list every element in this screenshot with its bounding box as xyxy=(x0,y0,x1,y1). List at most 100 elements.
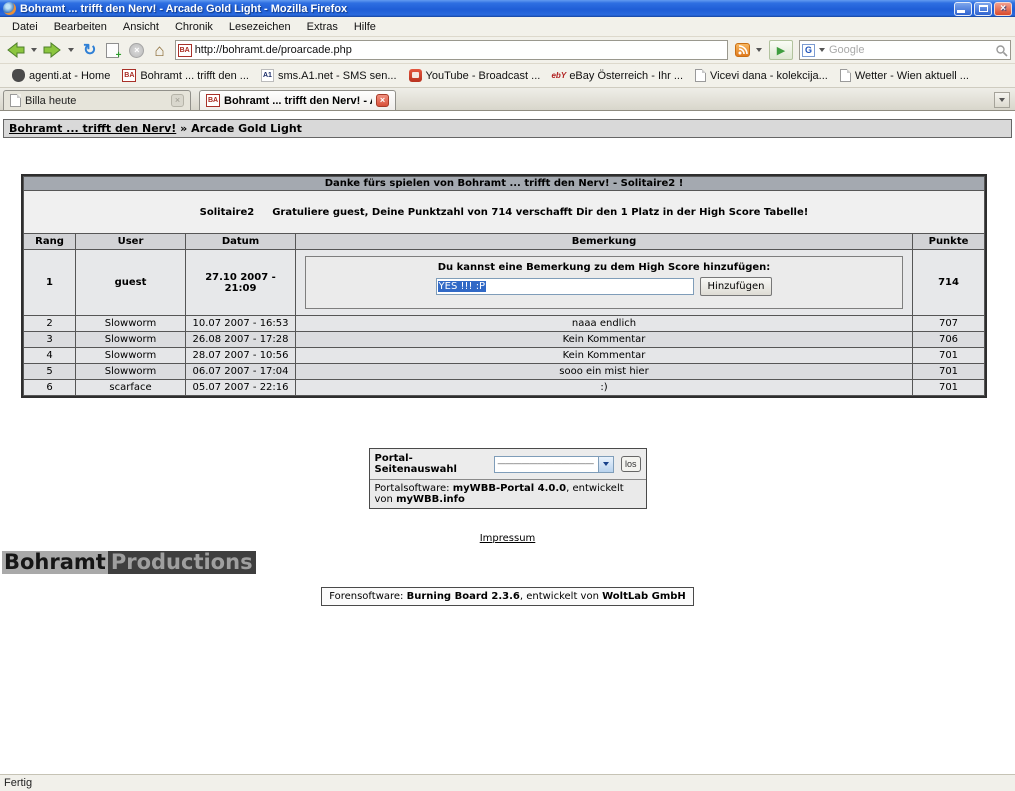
tab-close-button[interactable]: × xyxy=(376,94,389,107)
user-cell: Slowworm xyxy=(76,332,186,348)
congrats-text: Gratuliere guest, Deine Punktzahl von 71… xyxy=(272,207,808,218)
col-punkte: Punkte xyxy=(913,234,985,250)
points-cell: 701 xyxy=(913,364,985,380)
back-button[interactable] xyxy=(4,38,27,62)
reload-button[interactable]: ↻ xyxy=(78,38,101,62)
close-button[interactable]: × xyxy=(994,2,1012,16)
site-favicon: BA xyxy=(178,44,192,57)
bookmark-youtube[interactable]: YouTube - Broadcast ... xyxy=(403,67,547,84)
bookmark-wetter[interactable]: Wetter - Wien aktuell ... xyxy=(834,67,975,84)
tab-label: Bohramt ... trifft den Nerv! - Arca... xyxy=(224,95,372,107)
rss-dropdown-button[interactable] xyxy=(752,38,766,62)
menu-bearbeiten[interactable]: Bearbeiten xyxy=(46,19,115,35)
bohramt-icon: BA xyxy=(206,94,220,107)
congrats-row: Solitaire2 Gratuliere guest, Deine Punkt… xyxy=(27,207,981,218)
minimize-icon xyxy=(957,10,965,13)
bookmark-label: YouTube - Broadcast ... xyxy=(426,70,541,82)
stop-icon: × xyxy=(129,43,144,58)
restore-button[interactable] xyxy=(974,2,992,16)
menu-chronik[interactable]: Chronik xyxy=(167,19,221,35)
bookmark-label: Wetter - Wien aktuell ... xyxy=(855,70,969,82)
bookmark-vicevi[interactable]: Vicevi dana - kolekcija... xyxy=(689,67,834,84)
page-icon xyxy=(840,69,851,82)
comment-prompt: Du kannst eine Bemerkung zu dem High Sco… xyxy=(306,262,902,273)
forward-icon xyxy=(43,42,62,58)
tab-bohramt-arcade[interactable]: BA Bohramt ... trifft den Nerv! - Arca..… xyxy=(199,90,396,110)
reload-icon: ↻ xyxy=(80,40,99,60)
forward-dropdown-button[interactable] xyxy=(64,38,78,62)
comment-input[interactable]: YES !!! :P xyxy=(436,278,694,295)
rank-cell: 2 xyxy=(24,316,76,332)
portal-software-prefix: Portalsoftware: xyxy=(375,483,453,494)
footer-vendor: WoltLab GmbH xyxy=(602,591,686,602)
search-engine-dropdown[interactable] xyxy=(819,48,825,52)
home-button[interactable]: ⌂ xyxy=(149,38,169,62)
bohramt-productions-logo: BohramtProductions xyxy=(2,551,256,574)
highscore-title: Danke fürs spielen von Bohramt ... triff… xyxy=(24,177,985,191)
bookmark-label: sms.A1.net - SMS sen... xyxy=(278,70,397,82)
portal-go-button[interactable]: los xyxy=(621,456,641,472)
bookmark-label: Bohramt ... trifft den ... xyxy=(140,70,249,82)
search-icon[interactable] xyxy=(995,44,1008,57)
breadcrumb-home-link[interactable]: Bohramt ... trifft den Nerv! xyxy=(9,122,176,135)
search-input[interactable] xyxy=(829,44,993,56)
forward-button[interactable] xyxy=(41,38,64,62)
url-bar: BA xyxy=(175,40,728,60)
back-dropdown-button[interactable] xyxy=(27,38,41,62)
add-comment-box: Du kannst eine Bemerkung zu dem High Sco… xyxy=(305,256,903,309)
portal-page-select[interactable]: ———————————— xyxy=(494,456,614,473)
col-datum: Datum xyxy=(186,234,296,250)
menu-hilfe[interactable]: Hilfe xyxy=(346,19,384,35)
user-cell: guest xyxy=(76,250,186,316)
menu-ansicht[interactable]: Ansicht xyxy=(115,19,167,35)
bookmark-ebay[interactable]: ebY eBay Österreich - Ihr ... xyxy=(546,67,689,84)
url-input[interactable] xyxy=(195,44,725,56)
user-cell: Slowworm xyxy=(76,364,186,380)
tab-close-button[interactable]: × xyxy=(171,94,184,107)
table-row: 3 Slowworm 26.08 2007 - 17:28 Kein Komme… xyxy=(24,332,985,348)
page-icon xyxy=(695,69,706,82)
rss-button[interactable] xyxy=(733,38,752,62)
bookmark-label: agenti.at - Home xyxy=(29,70,110,82)
bookmark-agenti[interactable]: agenti.at - Home xyxy=(6,67,116,84)
selected-text: YES !!! :P xyxy=(438,281,487,292)
bookmark-sms-a1[interactable]: A1 sms.A1.net - SMS sen... xyxy=(255,67,403,84)
table-row: 5 Slowworm 06.07 2007 - 17:04 sooo ein m… xyxy=(24,364,985,380)
comment-cell: Kein Kommentar xyxy=(296,348,913,364)
menu-extras[interactable]: Extras xyxy=(299,19,346,35)
date-cell: 06.07 2007 - 17:04 xyxy=(186,364,296,380)
new-tab-icon: + xyxy=(106,43,119,58)
bookmark-bohramt[interactable]: BA Bohramt ... trifft den ... xyxy=(116,67,255,84)
footer-prefix: Forensoftware: xyxy=(329,591,406,602)
highscore-table: Danke fürs spielen von Bohramt ... triff… xyxy=(21,174,987,398)
page-content: Bohramt ... trifft den Nerv! » Arcade Go… xyxy=(0,111,1015,774)
tab-list-dropdown-button[interactable] xyxy=(994,92,1010,108)
menu-datei[interactable]: Datei xyxy=(4,19,46,35)
menu-bar: Datei Bearbeiten Ansicht Chronik Lesezei… xyxy=(0,17,1015,37)
stop-button[interactable]: × xyxy=(124,38,149,62)
status-text: Fertig xyxy=(4,777,32,789)
select-dropdown-button[interactable] xyxy=(598,457,613,472)
game-name: Solitaire2 xyxy=(200,207,255,218)
comment-cell: :) xyxy=(296,380,913,396)
new-tab-button[interactable]: + xyxy=(101,38,124,62)
go-button[interactable]: ▶ xyxy=(769,40,793,60)
rank-cell: 3 xyxy=(24,332,76,348)
bookmarks-toolbar: agenti.at - Home BA Bohramt ... trifft d… xyxy=(0,64,1015,88)
footer-software-name: Burning Board 2.3.6 xyxy=(407,591,520,602)
menu-lesezeichen[interactable]: Lesezeichen xyxy=(221,19,299,35)
portal-software-name: myWBB-Portal 4.0.0 xyxy=(453,483,566,494)
breadcrumb-current: Arcade Gold Light xyxy=(191,122,302,135)
breadcrumb-separator: » xyxy=(180,122,187,135)
chevron-down-icon xyxy=(31,48,37,52)
date-cell: 05.07 2007 - 22:16 xyxy=(186,380,296,396)
breadcrumb: Bohramt ... trifft den Nerv! » Arcade Go… xyxy=(3,119,1012,138)
comment-cell: Kein Kommentar xyxy=(296,332,913,348)
add-comment-button[interactable]: Hinzufügen xyxy=(700,277,773,296)
date-cell: 27.10 2007 - 21:09 xyxy=(186,250,296,316)
tab-billa-heute[interactable]: Billa heute × xyxy=(3,90,191,110)
col-bemerkung: Bemerkung xyxy=(296,234,913,250)
impressum-link[interactable]: Impressum xyxy=(480,533,536,544)
firefox-icon xyxy=(3,2,16,15)
minimize-button[interactable] xyxy=(954,2,972,16)
